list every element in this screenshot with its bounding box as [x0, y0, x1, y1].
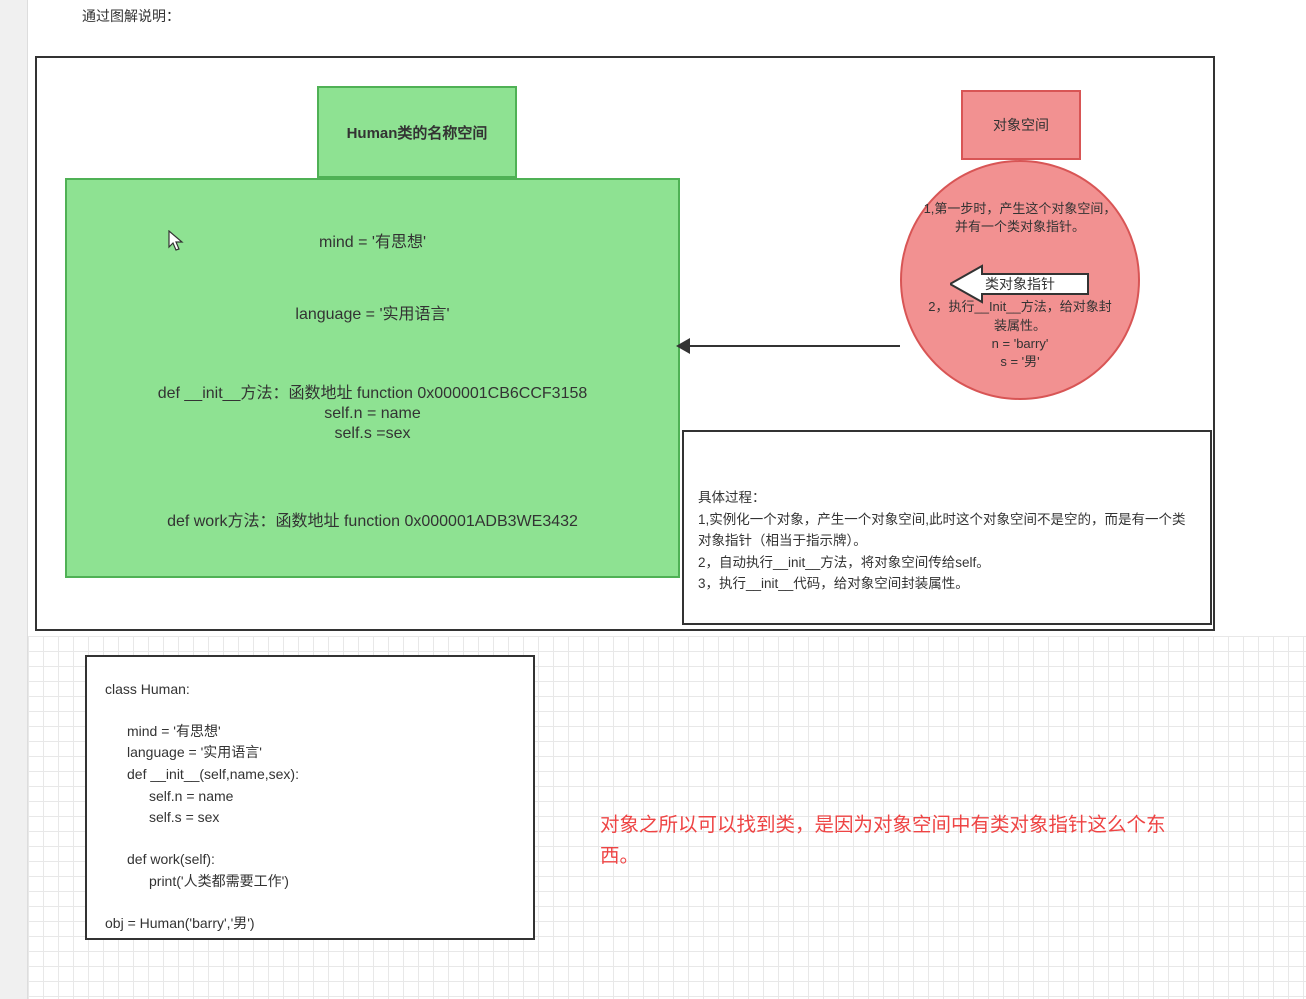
code-line-4: def __init__(self,name,sex): — [105, 764, 515, 786]
namespace-tab-label: Human类的名称空间 — [347, 122, 488, 143]
namespace-line-work: def work方法：函数地址 function 0x000001ADB3WE3… — [87, 507, 658, 531]
object-space-tab: 对象空间 — [961, 90, 1081, 160]
namespace-line-init: def __init__方法：函数地址 function 0x000001CB6… — [87, 379, 658, 403]
object-step-1: 1,第一步时，产生这个对象空间，并有一个类对象指针。 — [922, 200, 1118, 236]
namespace-tab: Human类的名称空间 — [317, 86, 517, 178]
code-line-1: class Human: — [105, 679, 515, 701]
namespace-line-self-s: self.s =sex — [87, 425, 658, 443]
namespace-body: mind = '有思想' language = '实用语言' def __ini… — [65, 178, 680, 578]
code-line-2: mind = '有思想' — [105, 721, 515, 743]
process-step-3: 3，执行__init__代码，给对象空间封装属性。 — [698, 573, 1196, 595]
object-space-tab-label: 对象空间 — [993, 115, 1049, 135]
diagram-page: 通过图解说明： Human类的名称空间 mind = '有思想' languag… — [0, 0, 1306, 999]
arrow-head-icon — [676, 338, 690, 354]
code-line-7: def work(self): — [105, 849, 515, 871]
code-line-5: self.n = name — [105, 786, 515, 808]
process-title: 具体过程： — [698, 487, 1196, 509]
object-attr-n: n = 'barry' — [922, 335, 1118, 353]
process-step-2: 2，自动执行__init__方法，将对象空间传给self。 — [698, 552, 1196, 574]
code-line-3: language = '实用语言' — [105, 742, 515, 764]
heading: 通过图解说明： — [82, 6, 180, 26]
process-step-1: 1,实例化一个对象，产生一个对象空间,此时这个对象空间不是空的，而是有一个类对象… — [698, 509, 1196, 552]
code-box: class Human: mind = '有思想' language = '实用… — [85, 655, 535, 940]
highlight-text: 对象之所以可以找到类，是因为对象空间中有类对象指针这么个东西。 — [600, 810, 1180, 872]
namespace-line-self-n: self.n = name — [87, 405, 658, 423]
class-pointer-label: 类对象指针 — [970, 274, 1070, 294]
process-box: 具体过程： 1,实例化一个对象，产生一个对象空间,此时这个对象空间不是空的，而是… — [682, 430, 1212, 625]
namespace-line-mind: mind = '有思想' — [87, 228, 658, 252]
code-line-6: self.s = sex — [105, 807, 515, 829]
code-line-9: obj = Human('barry','男') — [105, 913, 515, 935]
object-attr-s: s = '男' — [922, 353, 1118, 371]
namespace-line-language: language = '实用语言' — [87, 300, 658, 324]
left-ruler-bar — [0, 0, 28, 999]
arrow-line — [682, 345, 900, 347]
code-line-8: print('人类都需要工作') — [105, 871, 515, 893]
